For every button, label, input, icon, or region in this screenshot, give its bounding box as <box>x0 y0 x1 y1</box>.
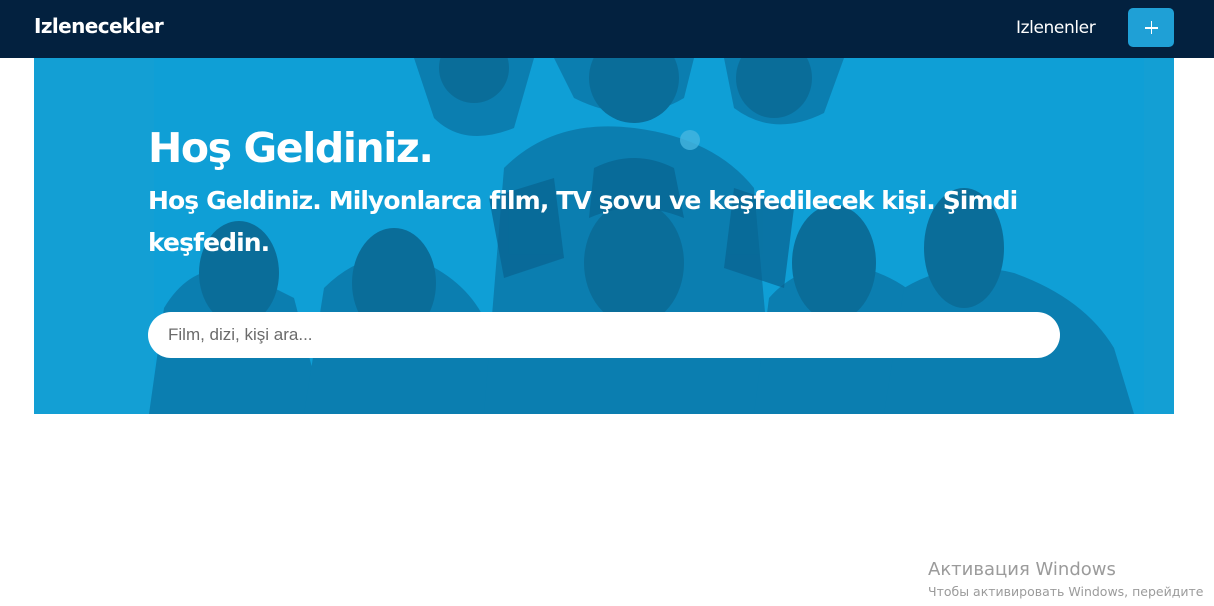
watched-link[interactable]: Izlenenler <box>1016 18 1096 38</box>
top-navbar: Izlenecekler Izlenenler <box>0 0 1214 58</box>
search-input[interactable] <box>148 312 1060 358</box>
add-button[interactable] <box>1128 8 1174 47</box>
hero-subtitle: Hoş Geldiniz. Milyonlarca film, TV şovu … <box>148 186 1018 257</box>
hero-title: Hoş Geldiniz. <box>148 124 434 172</box>
brand-logo[interactable]: Izlenecekler <box>34 14 164 38</box>
windows-activation-title: Активация Windows <box>928 559 1116 580</box>
windows-activation-subtitle: Чтобы активировать Windows, перейдите <box>928 584 1204 599</box>
hero-banner: Hoş Geldiniz. Hoş Geldiniz. Milyonlarca … <box>34 58 1174 414</box>
